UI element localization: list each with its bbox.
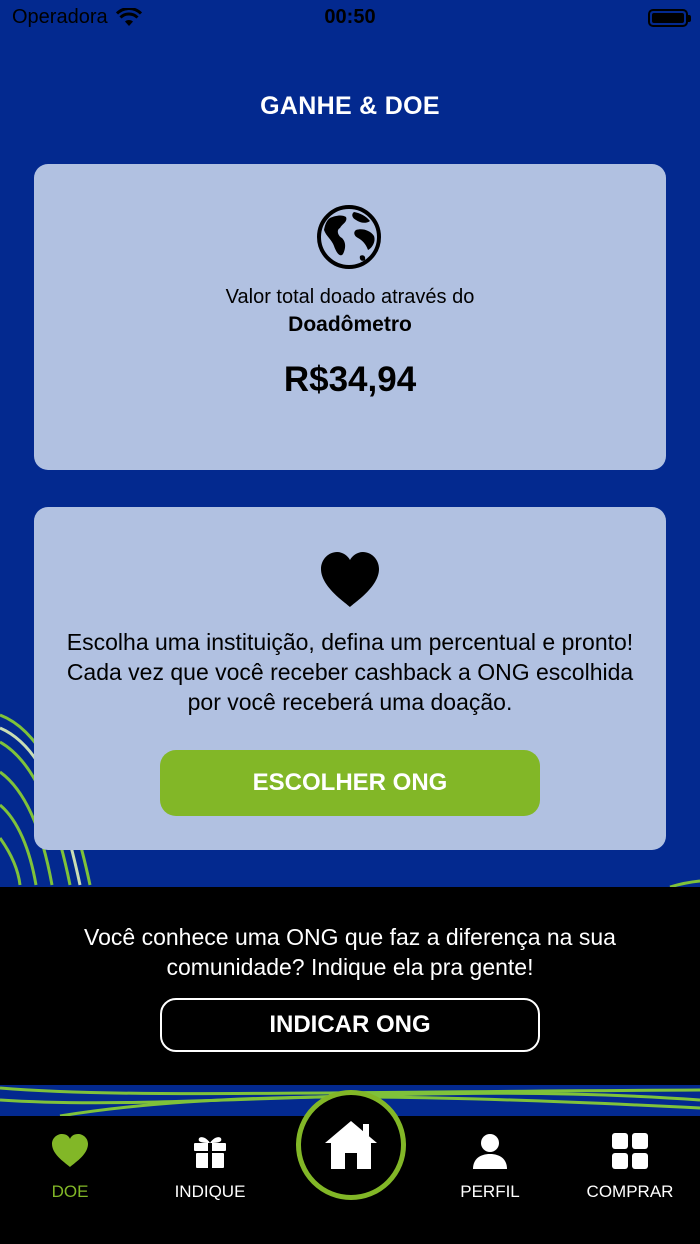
grid-icon xyxy=(612,1133,648,1169)
tab-comprar[interactable]: COMPRAR xyxy=(560,1132,700,1212)
tab-indique[interactable]: INDIQUE xyxy=(140,1132,280,1212)
tab-doe[interactable]: DOE xyxy=(0,1132,140,1212)
page-title: GANHE & DOE xyxy=(260,92,440,120)
heart-icon xyxy=(321,552,379,607)
indicate-ong-button[interactable]: INDICAR ONG xyxy=(160,998,540,1052)
gift-icon xyxy=(194,1137,226,1168)
choose-ong-button[interactable]: ESCOLHER ONG xyxy=(160,750,540,816)
tab-indique-label: INDIQUE xyxy=(174,1182,246,1201)
tab-doe-label: DOE xyxy=(51,1182,89,1201)
heart-icon xyxy=(52,1134,88,1167)
globe-icon xyxy=(317,205,381,269)
donation-meter-name: Doadômetro xyxy=(288,313,412,336)
tab-perfil[interactable]: PERFIL xyxy=(420,1132,560,1212)
tab-comprar-label: COMPRAR xyxy=(586,1182,674,1201)
battery-icon xyxy=(648,9,691,27)
indicate-ong-banner xyxy=(0,887,700,1085)
choose-ong-description: Escolha uma instituição, defina um perce… xyxy=(66,629,634,715)
indicate-ong-text: Você conhece uma ONG que faz a diferença… xyxy=(84,924,616,980)
tab-perfil-label: PERFIL xyxy=(460,1182,520,1201)
status-time: 00:50 xyxy=(324,6,376,28)
donation-total-value: R$34,94 xyxy=(283,360,417,399)
user-icon xyxy=(473,1134,507,1169)
home-icon xyxy=(325,1121,377,1169)
home-button[interactable] xyxy=(296,1090,406,1200)
status-bar: Operadora 00:50 xyxy=(0,0,700,40)
donation-total-label: Valor total doado através do xyxy=(225,286,475,308)
